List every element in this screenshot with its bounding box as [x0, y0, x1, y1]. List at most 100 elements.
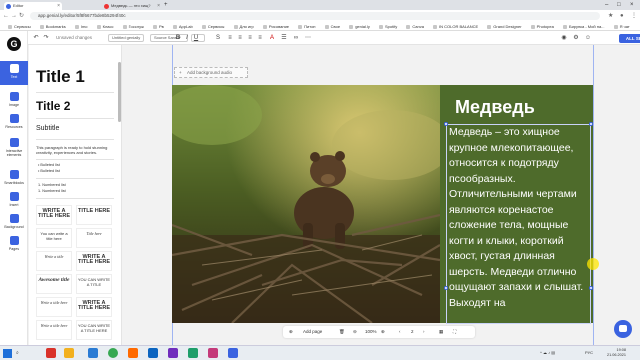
bulleted-list-preset[interactable]: • Bulleted list: [38, 163, 60, 167]
preview-icon[interactable]: ◉: [560, 34, 568, 42]
bookmark[interactable]: AppLab: [173, 22, 193, 30]
rail-item-interactive[interactable]: Interactive elements: [0, 135, 28, 165]
rail-item-resources[interactable]: Resources: [0, 111, 28, 135]
title-template-card[interactable]: Write a title here: [36, 320, 72, 340]
settings-icon[interactable]: ⚙: [572, 34, 580, 42]
title-template-card[interactable]: Title here: [76, 228, 112, 248]
prev-page-icon[interactable]: ‹: [399, 326, 401, 338]
title-template-card[interactable]: Write a title: [36, 251, 72, 271]
forward-icon[interactable]: →: [11, 11, 17, 21]
bookmark[interactable]: Я чат: [614, 22, 630, 30]
bookmark[interactable]: Рв: [153, 22, 164, 30]
bookmark[interactable]: Для игр: [234, 22, 254, 30]
title-template-card[interactable]: WRITE A TITLE HERE: [76, 251, 112, 271]
title-template-card[interactable]: YOU CAN WRITE A TITLE HERE: [76, 320, 112, 340]
project-title-field[interactable]: Untitled genially: [108, 34, 145, 42]
zoom-in-icon[interactable]: ⊕: [381, 326, 385, 338]
taskbar-app-icon[interactable]: [148, 348, 158, 358]
align-center-button[interactable]: ≡: [236, 34, 244, 42]
bookmark[interactable]: Bookmarks: [40, 22, 66, 30]
next-page-icon[interactable]: ›: [423, 326, 425, 338]
rail-item-pages[interactable]: Pages: [0, 233, 28, 257]
bookmark[interactable]: Свое: [325, 22, 340, 30]
undo-icon[interactable]: ↶: [32, 34, 40, 42]
bookmark[interactable]: Госслуж: [123, 22, 144, 30]
title-template-card[interactable]: TITLE HERE: [76, 205, 112, 225]
redo-icon[interactable]: ↷: [42, 34, 50, 42]
taskbar-app-icon[interactable]: [128, 348, 138, 358]
bookmark[interactable]: Рисование: [263, 22, 289, 30]
page-number[interactable]: 2: [411, 326, 414, 338]
bookmark[interactable]: Класс: [97, 22, 114, 30]
zoom-out-icon[interactable]: ⊖: [353, 326, 357, 338]
title-template-card[interactable]: WRITE A TITLE HERE: [36, 205, 72, 225]
bookmark[interactable]: Питон: [298, 22, 315, 30]
strikethrough-button[interactable]: S: [214, 34, 222, 42]
keyboard-language[interactable]: РУС: [585, 350, 593, 355]
chat-support-button[interactable]: [614, 320, 632, 338]
italic-button[interactable]: I: [183, 34, 191, 42]
rail-item-image[interactable]: Image: [0, 89, 28, 113]
underline-button[interactable]: U: [192, 34, 200, 42]
browser-tab-editor[interactable]: Editor ×: [4, 2, 62, 10]
bear-description-text[interactable]: Медведь – это хищное крупное млекопитающ…: [446, 124, 591, 324]
resize-handle[interactable]: [589, 122, 593, 126]
more-options-icon[interactable]: ⋯: [304, 34, 312, 42]
subtitle-preset[interactable]: Subtitle: [36, 125, 59, 132]
close-window-icon[interactable]: ×: [630, 0, 634, 10]
add-page-button[interactable]: Add page: [303, 326, 322, 338]
paragraph-preset[interactable]: This paragraph is ready to hold stunning…: [36, 145, 114, 155]
close-tab-icon[interactable]: ×: [157, 2, 160, 10]
resize-handle[interactable]: [444, 122, 448, 126]
bookmark[interactable]: Photopea: [531, 22, 554, 30]
bear-cub-photo[interactable]: [172, 85, 440, 323]
list-icon[interactable]: ☰: [280, 34, 288, 42]
panel-scrollbar[interactable]: [118, 62, 121, 122]
bookmark[interactable]: Canva: [406, 22, 424, 30]
minimize-icon[interactable]: –: [605, 0, 608, 10]
taskbar-app-icon[interactable]: [46, 348, 56, 358]
resize-handle[interactable]: [589, 286, 593, 290]
taskbar-app-icon[interactable]: [228, 348, 238, 358]
bookmark[interactable]: IN COLOR BALANCE: [433, 22, 478, 30]
file-explorer-icon[interactable]: [64, 348, 74, 358]
bookmark[interactable]: Бирунка - Мой на...: [563, 22, 605, 30]
numbered-list-preset[interactable]: 1. Numbered list: [38, 189, 66, 193]
browser-tab-bear[interactable]: Медведь — это хищ? ×: [102, 2, 162, 10]
tray-icons[interactable]: ^ ☁ ♪ ▤: [540, 350, 555, 355]
close-tab-icon[interactable]: ×: [57, 2, 60, 10]
bookmark[interactable]: Сервисы: [202, 22, 225, 30]
text-color-button[interactable]: A: [268, 34, 276, 42]
back-icon[interactable]: ←: [3, 11, 9, 21]
url-field[interactable]: app.genial.ly/editor/5f8f6677bde8b5294f4…: [30, 12, 600, 20]
new-tab-icon[interactable]: +: [164, 0, 168, 10]
bear-heading[interactable]: Медведь: [455, 97, 535, 118]
bookmark[interactable]: Imo: [75, 22, 88, 30]
align-right-button[interactable]: ≡: [246, 34, 254, 42]
extensions-icon[interactable]: ★: [608, 11, 613, 21]
search-icon[interactable]: ⌕: [16, 348, 34, 358]
align-left-button[interactable]: ≡: [226, 34, 234, 42]
rail-item-background[interactable]: Background: [0, 211, 28, 235]
browser-menu-icon[interactable]: ⋮: [631, 11, 637, 21]
bookmark[interactable]: Сервисы: [8, 22, 31, 30]
delete-icon[interactable]: 🗑: [339, 326, 345, 338]
taskbar-app-icon[interactable]: [208, 348, 218, 358]
resize-handle[interactable]: [444, 286, 448, 290]
rail-item-text[interactable]: Text: [0, 61, 28, 85]
title-template-card[interactable]: YOU CAN WRITE A TITLE: [76, 274, 112, 294]
title-template-card[interactable]: Awesome title: [36, 274, 72, 294]
bulleted-list-preset[interactable]: • Bulleted list: [38, 169, 60, 173]
taskbar-app-icon[interactable]: [168, 348, 178, 358]
reload-icon[interactable]: ↻: [19, 11, 24, 21]
bookmark[interactable]: Spotify: [379, 22, 397, 30]
link-icon[interactable]: ∞: [292, 34, 300, 42]
windows-start-icon[interactable]: [3, 349, 12, 358]
add-page-icon[interactable]: ⊕: [289, 326, 293, 338]
numbered-list-preset[interactable]: 1. Numbered list: [38, 183, 66, 187]
rail-item-insert[interactable]: Insert: [0, 189, 28, 213]
profile-icon[interactable]: ●: [620, 11, 624, 21]
title-template-card[interactable]: You can write a title here: [36, 228, 72, 248]
chrome-icon[interactable]: [108, 348, 118, 358]
genially-logo[interactable]: G: [7, 37, 21, 51]
